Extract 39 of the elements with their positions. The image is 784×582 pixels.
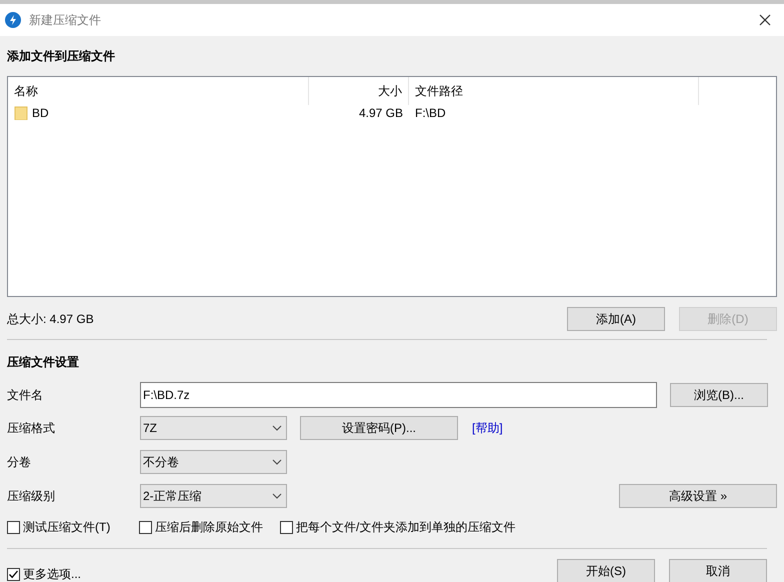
checkbox[interactable] xyxy=(7,568,20,580)
field-label: 分卷 xyxy=(7,454,32,471)
button[interactable]: 高级设置 » xyxy=(619,484,777,508)
chevron-down-icon xyxy=(272,493,282,499)
help-link[interactable]: [帮助] xyxy=(472,419,503,437)
dropdown[interactable]: 2-正常压缩 xyxy=(140,484,287,508)
dropdown[interactable]: 不分卷 xyxy=(140,450,287,474)
checkbox[interactable] xyxy=(139,520,152,534)
chevron-down-icon xyxy=(272,459,282,465)
button[interactable]: 取消 xyxy=(669,559,767,582)
window-title: 新建压缩文件 xyxy=(29,12,101,29)
checkbox-label: 把每个文件/文件夹添加到单独的压缩文件 xyxy=(296,519,516,536)
total-size: 总大小: 4.97 GB xyxy=(7,310,94,328)
field-label: 文件名 xyxy=(7,387,44,404)
app-logo-icon xyxy=(5,12,21,28)
button[interactable]: 添加(A) xyxy=(567,306,665,330)
section-heading: 压缩文件设置 xyxy=(7,354,80,370)
column-header[interactable]: 文件路径 xyxy=(409,77,699,105)
button[interactable]: 浏览(B)... xyxy=(670,383,768,407)
button[interactable]: 设置密码(P)... xyxy=(300,416,458,440)
dropdown[interactable]: 7Z xyxy=(140,416,287,440)
checkbox[interactable] xyxy=(280,520,293,534)
checkbox-label: 测试压缩文件(T) xyxy=(23,519,110,536)
section-heading: 添加文件到压缩文件 xyxy=(7,48,116,64)
column-header[interactable]: 名称 xyxy=(8,77,309,105)
chevron-down-icon xyxy=(272,425,282,431)
field-label: 压缩级别 xyxy=(7,488,56,505)
file-name: BD xyxy=(32,105,49,122)
file-path: F:\BD xyxy=(414,105,447,122)
checkbox[interactable] xyxy=(7,520,20,534)
folder-icon xyxy=(14,106,28,120)
checkbox-label: 压缩后删除原始文件 xyxy=(155,519,263,536)
checkbox-label: 更多选项... xyxy=(23,566,82,582)
field-label: 压缩格式 xyxy=(7,420,56,437)
close-icon[interactable] xyxy=(759,14,771,26)
column-header[interactable]: 大小 xyxy=(309,77,409,105)
filename-field[interactable]: F:\BD.7z xyxy=(140,382,657,408)
file-size: 4.97 GB xyxy=(358,105,404,122)
button[interactable]: 开始(S) xyxy=(557,559,655,582)
